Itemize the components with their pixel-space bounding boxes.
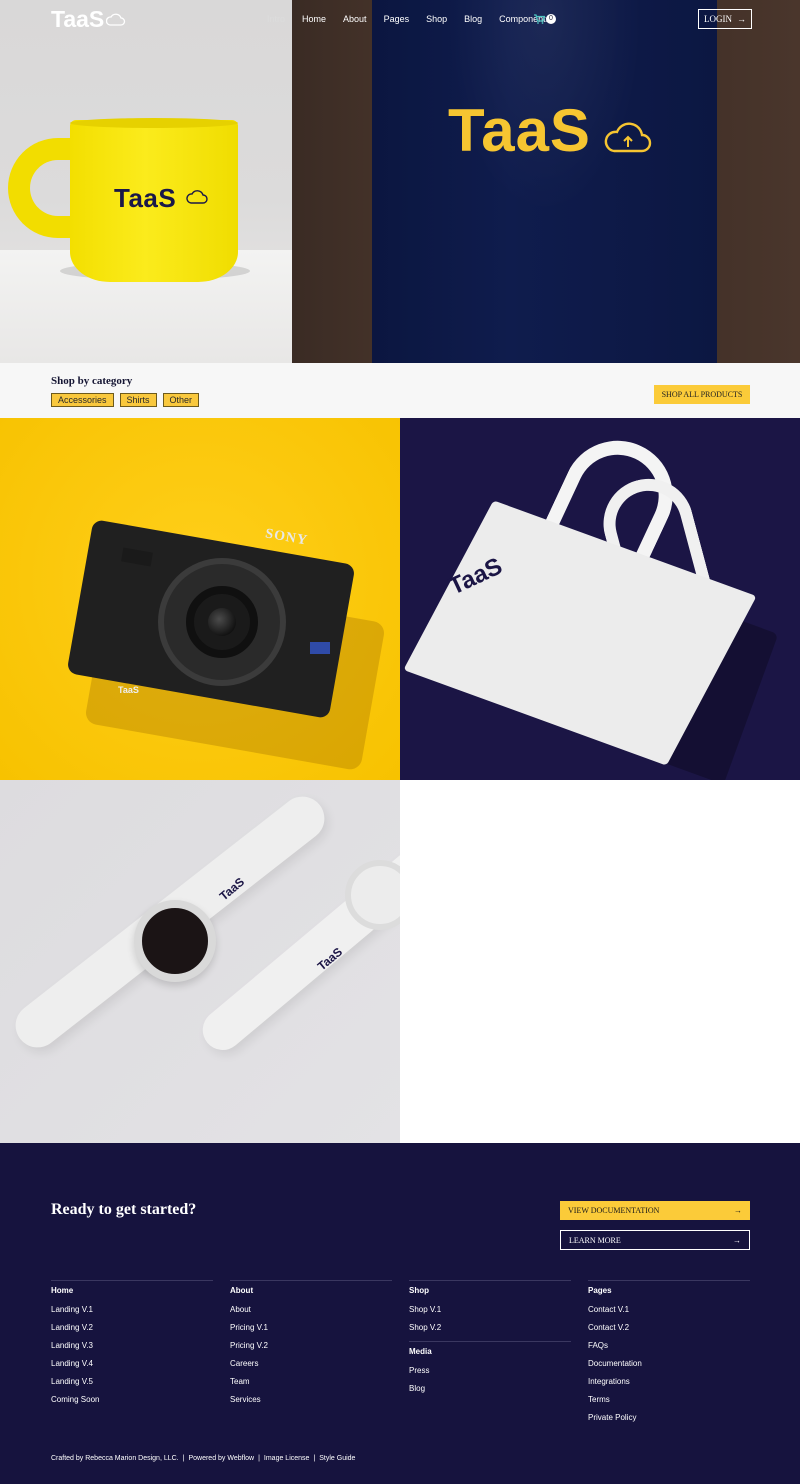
arrow-right-icon: → bbox=[737, 14, 746, 24]
cart-icon[interactable] bbox=[534, 14, 545, 24]
view-documentation-label: VIEW DOCUMENTATION bbox=[568, 1206, 660, 1215]
footer-link[interactable]: Contact V.2 bbox=[588, 1323, 750, 1333]
footer-link[interactable]: Landing V.4 bbox=[51, 1359, 213, 1369]
credit-link[interactable]: Image License bbox=[264, 1455, 310, 1462]
credit-link[interactable]: Powered by Webflow bbox=[188, 1455, 254, 1462]
top-nav: TaaS Intro Home About Pages Shop Blog Co… bbox=[0, 0, 800, 40]
credit-link[interactable]: Style Guide bbox=[319, 1455, 355, 1462]
footer-credits: Crafted by Rebecca Marion Design, LLC. |… bbox=[51, 1455, 355, 1462]
footer-column-heading: Pages bbox=[588, 1286, 612, 1295]
footer-link[interactable]: Careers bbox=[230, 1359, 392, 1369]
category-title: Shop by category bbox=[51, 375, 133, 387]
category-bar: Shop by category Accessories Shirts Othe… bbox=[0, 363, 800, 418]
login-button[interactable]: LOGIN → bbox=[698, 9, 752, 29]
nav-links: Intro Home About Pages Shop Blog Compone… bbox=[267, 14, 567, 24]
footer-link[interactable]: Pricing V.1 bbox=[230, 1323, 392, 1333]
nav-link-pages[interactable]: Pages bbox=[384, 14, 410, 24]
mug-rim bbox=[70, 118, 238, 128]
footer-column-home: Home Landing V.1 Landing V.2 Landing V.3… bbox=[51, 1280, 213, 1413]
category-tag-accessories[interactable]: Accessories bbox=[51, 393, 114, 407]
credit-link[interactable]: Crafted by Rebecca Marion Design, LLC. bbox=[51, 1455, 179, 1462]
footer-column-heading: About bbox=[230, 1286, 254, 1295]
nav-link-shop[interactable]: Shop bbox=[426, 14, 447, 24]
learn-more-label: LEARN MORE bbox=[569, 1235, 621, 1245]
footer-link[interactable]: Documentation bbox=[588, 1359, 750, 1369]
footer-link[interactable]: Landing V.3 bbox=[51, 1341, 213, 1351]
camera-brand-label: SONY bbox=[264, 526, 309, 549]
shop-all-products-button[interactable]: SHOP ALL PRODUCTS bbox=[654, 385, 750, 404]
divider bbox=[588, 1280, 750, 1281]
footer-column-about: About About Pricing V.1 Pricing V.2 Care… bbox=[230, 1280, 392, 1413]
credit-separator: | bbox=[313, 1455, 316, 1462]
footer-link[interactable]: About bbox=[230, 1305, 392, 1315]
footer-link[interactable]: Blog bbox=[409, 1384, 571, 1394]
product-watch[interactable]: TaaS TaaS bbox=[0, 780, 400, 1143]
brand-logo[interactable]: TaaS bbox=[51, 6, 104, 33]
camera-logo: TaaS bbox=[118, 685, 139, 695]
footer-column-heading: Home bbox=[51, 1286, 74, 1295]
footer-link[interactable]: Contact V.1 bbox=[588, 1305, 750, 1315]
nav-link-intro[interactable]: Intro bbox=[267, 14, 285, 24]
shirt-logo: TaaS bbox=[448, 97, 591, 164]
watch-face bbox=[134, 900, 216, 982]
credit-separator: | bbox=[258, 1455, 260, 1462]
nav-link-home[interactable]: Home bbox=[302, 14, 326, 24]
hero-banner: TaaS TaaS bbox=[0, 0, 800, 363]
footer-link[interactable]: Shop V.2 bbox=[409, 1323, 571, 1333]
product-camera[interactable]: SONY TaaS bbox=[0, 418, 400, 780]
cloud-icon bbox=[604, 122, 652, 153]
footer-column-pages: Pages Contact V.1 Contact V.2 FAQs Docum… bbox=[588, 1280, 750, 1431]
footer-link[interactable]: Services bbox=[230, 1395, 392, 1405]
category-tag-other[interactable]: Other bbox=[162, 393, 200, 407]
footer-link[interactable]: FAQs bbox=[588, 1341, 750, 1351]
footer-link[interactable]: Landing V.1 bbox=[51, 1305, 213, 1315]
divider bbox=[230, 1280, 392, 1281]
learn-more-button[interactable]: LEARN MORE → bbox=[560, 1230, 750, 1250]
cart-count-badge: 0 bbox=[546, 14, 556, 24]
footer-link[interactable]: Integrations bbox=[588, 1377, 750, 1387]
footer-link[interactable]: Team bbox=[230, 1377, 392, 1387]
footer-media-block: Media Press Blog bbox=[409, 1341, 571, 1394]
zeiss-badge bbox=[310, 642, 330, 654]
mug-image: TaaS bbox=[0, 0, 292, 363]
empty-grid-cell bbox=[400, 780, 800, 1143]
category-tags: Accessories Shirts Other bbox=[51, 393, 200, 407]
footer-column-shop: Shop Shop V.1 Shop V.2 Media Press Blog bbox=[409, 1280, 571, 1402]
arrow-right-icon: → bbox=[734, 1206, 742, 1215]
credit-separator: | bbox=[182, 1455, 185, 1462]
footer-link[interactable]: Shop V.1 bbox=[409, 1305, 571, 1315]
category-tag-shirts[interactable]: Shirts bbox=[119, 393, 157, 407]
mug-logo: TaaS bbox=[114, 183, 177, 213]
footer-link[interactable]: Terms bbox=[588, 1395, 750, 1405]
nav-link-about[interactable]: About bbox=[343, 14, 367, 24]
footer-link[interactable]: Coming Soon bbox=[51, 1395, 213, 1405]
footer: Ready to get started? VIEW DOCUMENTATION… bbox=[0, 1143, 800, 1484]
footer-link[interactable]: Pricing V.2 bbox=[230, 1341, 392, 1351]
footer-link[interactable]: Landing V.5 bbox=[51, 1377, 213, 1387]
cloud-icon bbox=[106, 13, 126, 26]
arrow-right-icon: → bbox=[733, 1235, 741, 1245]
camera-lens-glass bbox=[208, 608, 236, 636]
cloud-icon bbox=[186, 190, 208, 204]
view-documentation-button[interactable]: VIEW DOCUMENTATION → bbox=[560, 1201, 750, 1220]
footer-column-heading: Shop bbox=[409, 1286, 429, 1295]
footer-link[interactable]: Landing V.2 bbox=[51, 1323, 213, 1333]
cta-title: Ready to get started? bbox=[51, 1201, 197, 1218]
divider bbox=[51, 1280, 213, 1281]
footer-link[interactable]: Private Policy bbox=[588, 1413, 750, 1423]
footer-column-heading: Media bbox=[409, 1347, 432, 1356]
divider bbox=[409, 1341, 571, 1342]
product-tote-bag[interactable]: TaaS bbox=[400, 418, 800, 780]
login-label: LOGIN bbox=[704, 14, 732, 24]
divider bbox=[409, 1280, 571, 1281]
footer-link[interactable]: Press bbox=[409, 1366, 571, 1376]
shirt-fold bbox=[372, 0, 717, 363]
nav-link-blog[interactable]: Blog bbox=[464, 14, 482, 24]
